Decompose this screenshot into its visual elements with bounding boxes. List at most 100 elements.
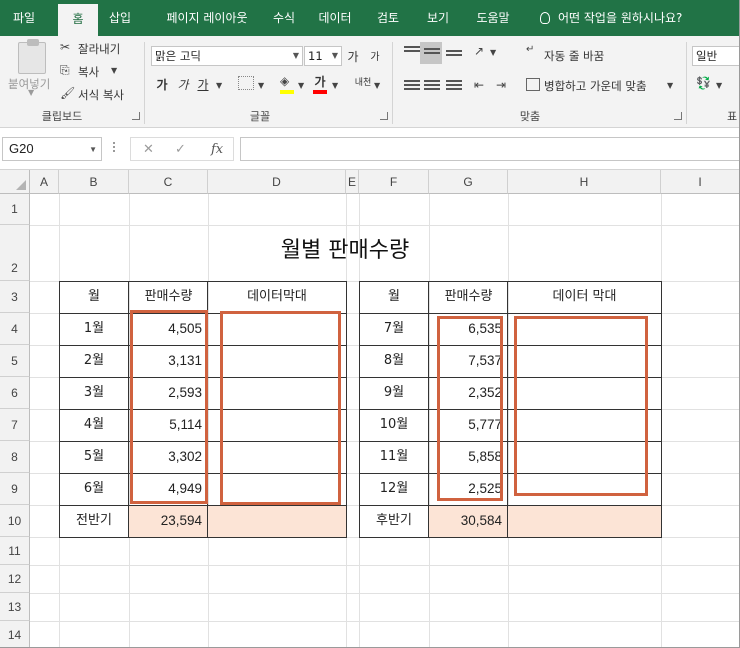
align-left-icon[interactable] [404, 80, 420, 94]
increase-indent-icon[interactable]: ⇥ [496, 78, 506, 92]
underline-dropdown-icon[interactable]: ▼ [216, 81, 222, 90]
fill-color-icon[interactable]: ◈ [280, 74, 289, 88]
decrease-indent-icon[interactable]: ⇤ [474, 78, 484, 92]
formula-input[interactable] [240, 137, 739, 161]
left-month-cell[interactable]: 4월 [59, 409, 129, 441]
row-header-12[interactable]: 12 [0, 565, 30, 593]
column-header-e[interactable]: E [346, 170, 359, 194]
border-icon[interactable] [238, 76, 254, 90]
tab-help[interactable]: 도움말 [466, 0, 520, 36]
paste-icon[interactable] [18, 39, 46, 74]
row-header-9[interactable]: 9 [0, 473, 30, 505]
column-header-b[interactable]: B [59, 170, 129, 194]
right-month-cell[interactable]: 12월 [359, 473, 429, 505]
clipboard-launcher-icon[interactable] [132, 112, 140, 120]
grow-font-button[interactable]: 가 [346, 49, 360, 65]
tab-file[interactable]: 파일 [0, 0, 48, 36]
orientation-icon[interactable]: ↗ [474, 44, 484, 58]
select-all-button[interactable] [0, 170, 30, 194]
phonetic-button[interactable]: 내천 [354, 75, 372, 91]
row-header-10[interactable]: 10 [0, 505, 30, 537]
row-header-7[interactable]: 7 [0, 409, 30, 441]
tab-formulas[interactable]: 수식 [264, 0, 304, 36]
column-header-a[interactable]: A [30, 170, 59, 194]
shrink-font-button[interactable]: 가 [368, 50, 382, 66]
merge-center-button[interactable]: 병합하고 가운데 맞춤 [544, 78, 647, 94]
row-header-2[interactable]: 2 [0, 225, 30, 281]
wrap-text-button[interactable]: 자동 줄 바꿈 [544, 48, 604, 64]
tab-page-layout[interactable]: 페이지 레이아웃 [146, 0, 268, 36]
column-header-i[interactable]: I [661, 170, 739, 194]
tell-me-search[interactable]: 어떤 작업을 원하시나요? [540, 0, 682, 36]
align-right-icon[interactable] [446, 80, 462, 94]
left-total-label[interactable]: 전반기 [59, 505, 129, 537]
left-month-cell[interactable]: 1월 [59, 313, 129, 345]
right-header-month[interactable]: 월 [359, 281, 429, 313]
align-bottom-icon[interactable] [446, 50, 462, 64]
font-color-button[interactable]: 가 [313, 74, 327, 90]
border-dropdown-icon[interactable]: ▼ [258, 81, 264, 90]
column-header-d[interactable]: D [208, 170, 346, 194]
left-month-cell[interactable]: 2월 [59, 345, 129, 377]
right-total-value[interactable]: 30,584 [429, 505, 508, 537]
tab-home[interactable]: 홈 [58, 4, 98, 36]
row-header-5[interactable]: 5 [0, 345, 30, 377]
copy-dropdown-icon[interactable]: ▼ [111, 66, 117, 75]
align-top-icon[interactable] [404, 46, 420, 60]
format-painter-button[interactable]: 서식 복사 [78, 87, 124, 103]
column-header-f[interactable]: F [359, 170, 429, 194]
align-middle-icon[interactable] [424, 48, 440, 62]
alignment-launcher-icon[interactable] [674, 112, 682, 120]
align-center-icon[interactable] [424, 80, 440, 94]
left-header-databar[interactable]: 데이터막대 [208, 281, 346, 313]
left-month-cell[interactable]: 6월 [59, 473, 129, 505]
tab-insert[interactable]: 삽입 [100, 0, 140, 36]
italic-button[interactable]: 가 [176, 77, 190, 93]
left-month-cell[interactable]: 3월 [59, 377, 129, 409]
row-header-6[interactable]: 6 [0, 377, 30, 409]
tab-review[interactable]: 검토 [366, 0, 410, 36]
right-month-cell[interactable]: 8월 [359, 345, 429, 377]
row-header-3[interactable]: 3 [0, 281, 30, 313]
row-header-4[interactable]: 4 [0, 313, 30, 345]
underline-button[interactable]: 가 [196, 77, 210, 93]
column-header-g[interactable]: G [429, 170, 508, 194]
font-launcher-icon[interactable] [380, 112, 388, 120]
tab-view[interactable]: 보기 [416, 0, 460, 36]
right-month-cell[interactable]: 10월 [359, 409, 429, 441]
left-month-cell[interactable]: 5월 [59, 441, 129, 473]
left-header-month[interactable]: 월 [59, 281, 129, 313]
font-name-select[interactable]: 맑은 고딕 ▼ [151, 46, 303, 66]
cancel-icon[interactable]: ✕ [143, 142, 154, 157]
tab-data[interactable]: 데이터 [310, 0, 360, 36]
row-header-14[interactable]: 14 [0, 621, 30, 647]
phonetic-dropdown-icon[interactable]: ▼ [374, 81, 380, 90]
fill-dropdown-icon[interactable]: ▼ [298, 81, 304, 90]
font-size-select[interactable]: 11 ▼ [304, 46, 342, 66]
column-header-c[interactable]: C [129, 170, 208, 194]
right-header-qty[interactable]: 판매수량 [429, 281, 508, 313]
row-header-1[interactable]: 1 [0, 194, 30, 225]
column-header-h[interactable]: H [508, 170, 661, 194]
merge-dropdown-icon[interactable]: ▼ [667, 81, 673, 90]
insert-function-icon[interactable]: fx [211, 142, 223, 157]
font-color-dropdown-icon[interactable]: ▼ [332, 81, 338, 90]
row-header-13[interactable]: 13 [0, 593, 30, 621]
name-box[interactable]: G20 ▼ [2, 137, 102, 161]
row-header-11[interactable]: 11 [0, 537, 30, 565]
right-month-cell[interactable]: 9월 [359, 377, 429, 409]
copy-button[interactable]: 복사 [78, 64, 99, 80]
right-month-cell[interactable]: 11월 [359, 441, 429, 473]
right-month-cell[interactable]: 7월 [359, 313, 429, 345]
right-header-databar[interactable]: 데이터 막대 [508, 281, 661, 313]
orientation-dropdown-icon[interactable]: ▼ [490, 48, 496, 57]
currency-dropdown-icon[interactable]: ▼ [716, 81, 722, 90]
left-header-qty[interactable]: 판매수량 [129, 281, 208, 313]
cut-button[interactable]: 잘라내기 [78, 41, 120, 57]
enter-icon[interactable]: ✓ [175, 142, 186, 157]
bold-button[interactable]: 가 [155, 77, 169, 93]
drag-handle-icon[interactable] [113, 142, 116, 156]
row-header-8[interactable]: 8 [0, 441, 30, 473]
right-total-label[interactable]: 후반기 [359, 505, 429, 537]
currency-icon[interactable]: 💱 [696, 76, 711, 90]
